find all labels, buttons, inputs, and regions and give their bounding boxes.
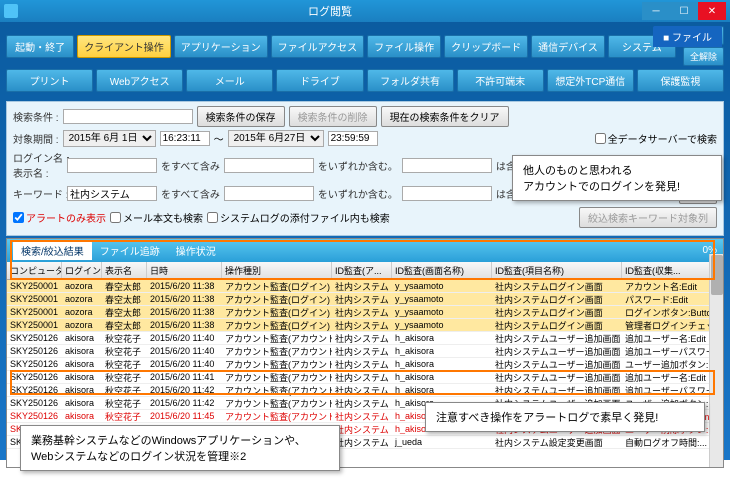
category-tab[interactable]: フォルダ共有 (367, 69, 454, 92)
category-tab[interactable]: メール (186, 69, 273, 92)
category-tab[interactable]: プリント (6, 69, 93, 92)
category-tab[interactable]: アプリケーション (174, 35, 268, 58)
category-tab[interactable]: ファイル操作 (367, 35, 441, 58)
keyword-label: キーワード : (13, 186, 63, 201)
table-row[interactable]: SKY250126akisora秋空花子2015/6/20 11:40アカウント… (7, 345, 723, 358)
results-tab[interactable]: 検索/絞込結果 (13, 241, 92, 260)
login-any-input[interactable] (224, 158, 314, 173)
category-tab[interactable]: Webアクセス (96, 69, 183, 92)
table-row[interactable]: SKY250001aozora春空太郎2015/6/20 11:38アカウント監… (7, 293, 723, 306)
vertical-scrollbar[interactable] (709, 254, 723, 467)
column-header[interactable]: コンピューター名 (7, 262, 62, 279)
callout-c: 業務基幹システムなどのWindowsアプリケーションや、 Webシステムなどのロ… (20, 425, 340, 471)
file-menu-tab[interactable]: ■ ファイル (653, 26, 722, 47)
time-to[interactable] (328, 131, 378, 146)
delete-search-button[interactable]: 検索条件の削除 (289, 106, 377, 127)
keyword-all-input[interactable] (67, 186, 157, 201)
category-tab[interactable]: 起動・終了 (6, 35, 74, 58)
titlebar: ログ閲覧 ─ ☐ ✕ (0, 0, 730, 22)
column-header[interactable]: 操作種別 (222, 262, 332, 279)
category-tab[interactable]: 想定外TCP通信 (547, 69, 634, 92)
category-tab[interactable]: クライアント操作 (77, 35, 171, 58)
window-title: ログ閲覧 (18, 3, 642, 19)
column-header[interactable]: 表示名 (102, 262, 147, 279)
keyword-not-input[interactable] (402, 186, 492, 201)
login-not-input[interactable] (402, 158, 492, 173)
table-row[interactable]: SKY250001aozora春空太郎2015/6/20 11:38アカウント監… (7, 280, 723, 293)
period-label: 対象期間 : (13, 131, 59, 146)
search-header: 検索条件 : (13, 109, 59, 124)
login-label: ログイン名・表示名 : (13, 150, 63, 180)
saved-search-select[interactable] (63, 109, 193, 124)
category-tab[interactable]: ファイルアクセス (271, 35, 365, 58)
save-search-button[interactable]: 検索条件の保存 (197, 106, 285, 127)
table-row[interactable]: SKY250126akisora秋空花子2015/6/20 11:40アカウント… (7, 332, 723, 345)
mail-body-check[interactable]: メール本文も検索 (110, 210, 203, 225)
column-header[interactable]: ログイン名 (62, 262, 102, 279)
column-header[interactable]: 日時 (147, 262, 222, 279)
narrow-button[interactable]: 絞込検索キーワード対象列 (579, 207, 717, 228)
alert-only-check[interactable]: アラートのみ表示 (13, 210, 106, 225)
file-track-tab[interactable]: ファイル追跡 (92, 241, 168, 260)
table-row[interactable]: SKY250126akisora秋空花子2015/6/20 11:42アカウント… (7, 384, 723, 397)
category-tab[interactable]: 通信デバイス (531, 35, 605, 58)
callout-b: 注意すべき操作をアラートログで素早く発見! (425, 402, 705, 432)
all-server-check[interactable]: 全データサーバーで検索 (595, 131, 717, 146)
select-toggle-button[interactable]: 全解除 (683, 47, 724, 66)
date-to[interactable]: 2015年 6月27日 (228, 130, 324, 147)
close-button[interactable]: ✕ (698, 2, 726, 20)
keyword-any-input[interactable] (224, 186, 314, 201)
column-header[interactable]: ID監査(画面名称) (392, 262, 492, 279)
minimize-button[interactable]: ─ (642, 2, 670, 20)
table-row[interactable]: SKY250001aozora春空太郎2015/6/20 11:38アカウント監… (7, 306, 723, 319)
category-tab[interactable]: ドライブ (276, 69, 363, 92)
syslog-check[interactable]: システムログの添付ファイル内も検索 (207, 210, 390, 225)
column-header[interactable]: ID監査(収集... (622, 262, 722, 279)
table-row[interactable]: SKY250001aozora春空太郎2015/6/20 11:38アカウント監… (7, 319, 723, 332)
op-status-tab[interactable]: 操作状況 (168, 241, 224, 260)
toolbar: 起動・終了クライアント操作アプリケーションファイルアクセスファイル操作クリップボ… (0, 22, 730, 99)
category-tab[interactable]: クリップボード (444, 35, 528, 58)
table-row[interactable]: SKY250126akisora秋空花子2015/6/20 11:41アカウント… (7, 371, 723, 384)
app-icon (4, 4, 18, 18)
category-tab[interactable]: 保護監視 (637, 69, 724, 92)
time-from[interactable] (160, 131, 210, 146)
callout-a: 他人のものと思われる アカウントでのログインを発見! (512, 155, 722, 201)
app-window: ログ閲覧 ─ ☐ ✕ ■ ファイル 起動・終了クライアント操作アプリケーションフ… (0, 0, 730, 460)
clear-search-button[interactable]: 現在の検索条件をクリア (381, 106, 509, 127)
category-tab[interactable]: 不許可端末 (457, 69, 544, 92)
table-row[interactable]: SKY250126akisora秋空花子2015/6/20 11:40アカウント… (7, 358, 723, 371)
login-all-input[interactable] (67, 158, 157, 173)
maximize-button[interactable]: ☐ (670, 2, 698, 20)
column-header[interactable]: ID監査(ア... (332, 262, 392, 279)
column-header[interactable]: ID監査(項目名称) (492, 262, 622, 279)
date-from[interactable]: 2015年 6月 1日 (63, 130, 156, 147)
